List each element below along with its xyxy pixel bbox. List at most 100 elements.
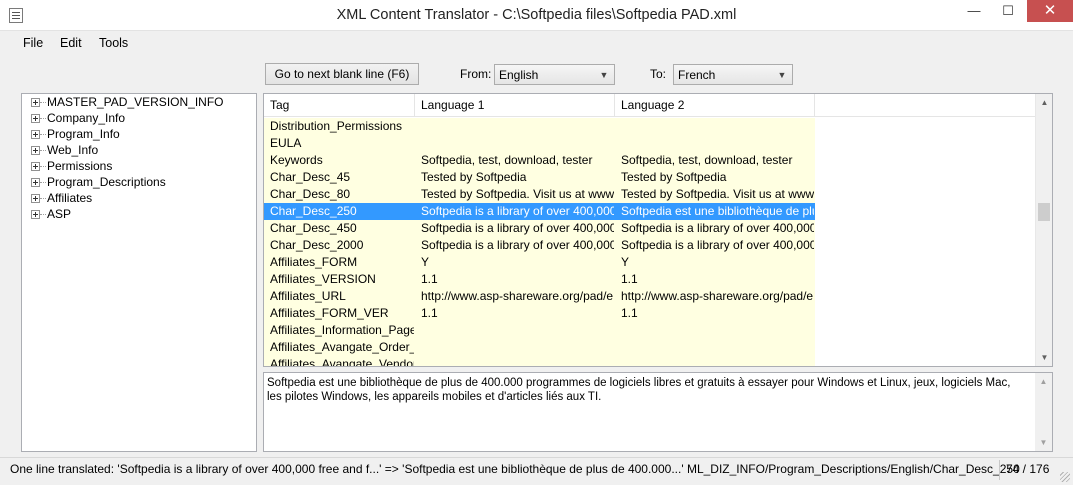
- cell-language-2[interactable]: [615, 322, 814, 339]
- cell-language-2[interactable]: [615, 356, 814, 366]
- cell-language-1[interactable]: Softpedia is a library of over 400,000 f…: [415, 220, 614, 237]
- tree-view[interactable]: MASTER_PAD_VERSION_INFO Company_Info Pro…: [21, 93, 257, 452]
- table-row[interactable]: Affiliates_VERSION 1.1 1.1: [264, 271, 815, 288]
- cell-language-2[interactable]: Y: [615, 254, 814, 271]
- table-row[interactable]: Affiliates_Information_Page: [264, 322, 815, 339]
- cell-language-1[interactable]: 1.1: [415, 271, 614, 288]
- tree-node-label[interactable]: Affiliates: [47, 191, 92, 205]
- cell-language-2[interactable]: Softpedia est une bibliothèque de plu...: [615, 203, 814, 220]
- expand-icon[interactable]: [31, 178, 40, 187]
- expand-icon[interactable]: [31, 98, 40, 107]
- cell-language-1[interactable]: Y: [415, 254, 614, 271]
- expand-icon[interactable]: [31, 162, 40, 171]
- tree-node-label[interactable]: Web_Info: [47, 143, 98, 157]
- cell-tag[interactable]: Affiliates_Avangate_Vendor...: [264, 356, 414, 366]
- cell-language-1[interactable]: [415, 322, 614, 339]
- table-row[interactable]: Char_Desc_450 Softpedia is a library of o…: [264, 220, 815, 237]
- scroll-thumb[interactable]: [1038, 203, 1050, 221]
- cell-language-2[interactable]: Tested by Softpedia. Visit us at www....: [615, 186, 814, 203]
- cell-language-2[interactable]: http://www.asp-shareware.org/pad/e...: [615, 288, 814, 305]
- expand-icon[interactable]: [31, 194, 40, 203]
- cell-tag[interactable]: Affiliates_FORM: [264, 254, 414, 271]
- tree-node-label[interactable]: Permissions: [47, 159, 112, 173]
- cell-language-1[interactable]: Tested by Softpedia. Visit us at www....: [415, 186, 614, 203]
- cell-language-2[interactable]: 1.1: [615, 271, 814, 288]
- grid-scrollbar[interactable]: ▲ ▼: [1035, 94, 1052, 366]
- cell-language-2[interactable]: Softpedia is a library of over 400,000 f…: [615, 237, 814, 254]
- scroll-up-icon[interactable]: ▲: [1035, 373, 1052, 390]
- cell-language-1[interactable]: Softpedia is a library of over 400,000 f…: [415, 203, 614, 220]
- table-row[interactable]: Distribution_Permissions: [264, 118, 815, 135]
- cell-language-1[interactable]: [415, 118, 614, 135]
- table-row[interactable]: Char_Desc_80 Tested by Softpedia. Visit u…: [264, 186, 815, 203]
- cell-tag[interactable]: Keywords: [264, 152, 414, 169]
- cell-tag[interactable]: Affiliates_Avangate_Order_...: [264, 339, 414, 356]
- cell-tag[interactable]: EULA: [264, 135, 414, 152]
- cell-language-2[interactable]: [615, 118, 814, 135]
- cell-tag[interactable]: Char_Desc_80: [264, 186, 414, 203]
- table-row[interactable]: EULA: [264, 135, 815, 152]
- menu-edit[interactable]: Edit: [60, 36, 82, 50]
- from-language-select[interactable]: English ▼: [494, 64, 615, 85]
- cell-tag[interactable]: Affiliates_URL: [264, 288, 414, 305]
- cell-tag[interactable]: Affiliates_FORM_VER: [264, 305, 414, 322]
- translation-text-box[interactable]: Softpedia est une bibliothèque de plus d…: [263, 372, 1053, 452]
- maximize-button[interactable]: ☐: [991, 0, 1025, 22]
- cell-language-1[interactable]: [415, 356, 614, 366]
- tree-node-label[interactable]: Program_Info: [47, 127, 120, 141]
- text-scrollbar[interactable]: ▲ ▼: [1035, 373, 1052, 451]
- cell-language-1[interactable]: Softpedia, test, download, tester: [415, 152, 614, 169]
- resize-grip-icon[interactable]: [1060, 472, 1070, 482]
- next-blank-line-button[interactable]: Go to next blank line (F6): [265, 63, 419, 85]
- cell-tag[interactable]: Char_Desc_450: [264, 220, 414, 237]
- expand-icon[interactable]: [31, 146, 40, 155]
- cell-language-2[interactable]: Softpedia, test, download, tester: [615, 152, 814, 169]
- cell-language-2[interactable]: 1.1: [615, 305, 814, 322]
- tree-node-label[interactable]: ASP: [47, 207, 71, 221]
- cell-language-2[interactable]: Tested by Softpedia: [615, 169, 814, 186]
- cell-language-1[interactable]: 1.1: [415, 305, 614, 322]
- cell-language-1[interactable]: [415, 339, 614, 356]
- cell-language-1[interactable]: Softpedia is a library of over 400,000 f…: [415, 237, 614, 254]
- column-header-language-2[interactable]: Language 2: [615, 94, 815, 117]
- cell-tag[interactable]: Char_Desc_2000: [264, 237, 414, 254]
- table-row[interactable]: Affiliates_FORM Y Y: [264, 254, 815, 271]
- menu-file[interactable]: File: [23, 36, 43, 50]
- scroll-up-icon[interactable]: ▲: [1036, 94, 1052, 111]
- table-row[interactable]: Affiliates_URL http://www.asp-shareware.o…: [264, 288, 815, 305]
- column-header-language-1[interactable]: Language 1: [415, 94, 615, 117]
- cell-language-2[interactable]: [615, 339, 814, 356]
- tree-node-label[interactable]: MASTER_PAD_VERSION_INFO: [47, 95, 223, 109]
- expand-icon[interactable]: [31, 210, 40, 219]
- table-row[interactable]: Char_Desc_250 Softpedia is a library of o…: [264, 203, 815, 220]
- tree-node-label[interactable]: Company_Info: [47, 111, 125, 125]
- cell-tag[interactable]: Affiliates_VERSION: [264, 271, 414, 288]
- column-header-tag[interactable]: Tag: [264, 94, 415, 117]
- expand-icon[interactable]: [31, 130, 40, 139]
- scroll-down-icon[interactable]: ▼: [1036, 349, 1052, 366]
- table-row[interactable]: Char_Desc_2000 Softpedia is a library of …: [264, 237, 815, 254]
- table-row[interactable]: Char_Desc_45 Tested by Softpedia Tested by…: [264, 169, 815, 186]
- table-row[interactable]: Affiliates_FORM_VER 1.1 1.1: [264, 305, 815, 322]
- to-language-select[interactable]: French ▼: [673, 64, 793, 85]
- translation-grid[interactable]: Tag Language 1 Language 2 Distribution_P…: [263, 93, 1053, 367]
- menu-tools[interactable]: Tools: [99, 36, 128, 50]
- expand-icon[interactable]: [31, 114, 40, 123]
- cell-language-1[interactable]: [415, 135, 614, 152]
- cell-language-1[interactable]: Tested by Softpedia: [415, 169, 614, 186]
- cell-language-2[interactable]: Softpedia is a library of over 400,000 f…: [615, 220, 814, 237]
- translation-text[interactable]: Softpedia est une bibliothèque de plus d…: [267, 376, 1027, 404]
- minimize-button[interactable]: —: [957, 0, 991, 22]
- cell-tag[interactable]: Distribution_Permissions: [264, 118, 414, 135]
- close-button[interactable]: ✕: [1027, 0, 1073, 22]
- cell-tag[interactable]: Char_Desc_45: [264, 169, 414, 186]
- cell-language-1[interactable]: http://www.asp-shareware.org/pad/e...: [415, 288, 614, 305]
- cell-tag[interactable]: Char_Desc_250: [264, 203, 414, 220]
- scroll-down-icon[interactable]: ▼: [1035, 434, 1052, 451]
- cell-tag[interactable]: Affiliates_Information_Page: [264, 322, 414, 339]
- tree-node-label[interactable]: Program_Descriptions: [47, 175, 166, 189]
- cell-language-2[interactable]: [615, 135, 814, 152]
- table-row[interactable]: Affiliates_Avangate_Vendor...: [264, 356, 815, 366]
- table-row[interactable]: Affiliates_Avangate_Order_...: [264, 339, 815, 356]
- table-row[interactable]: Keywords Softpedia, test, download, teste…: [264, 152, 815, 169]
